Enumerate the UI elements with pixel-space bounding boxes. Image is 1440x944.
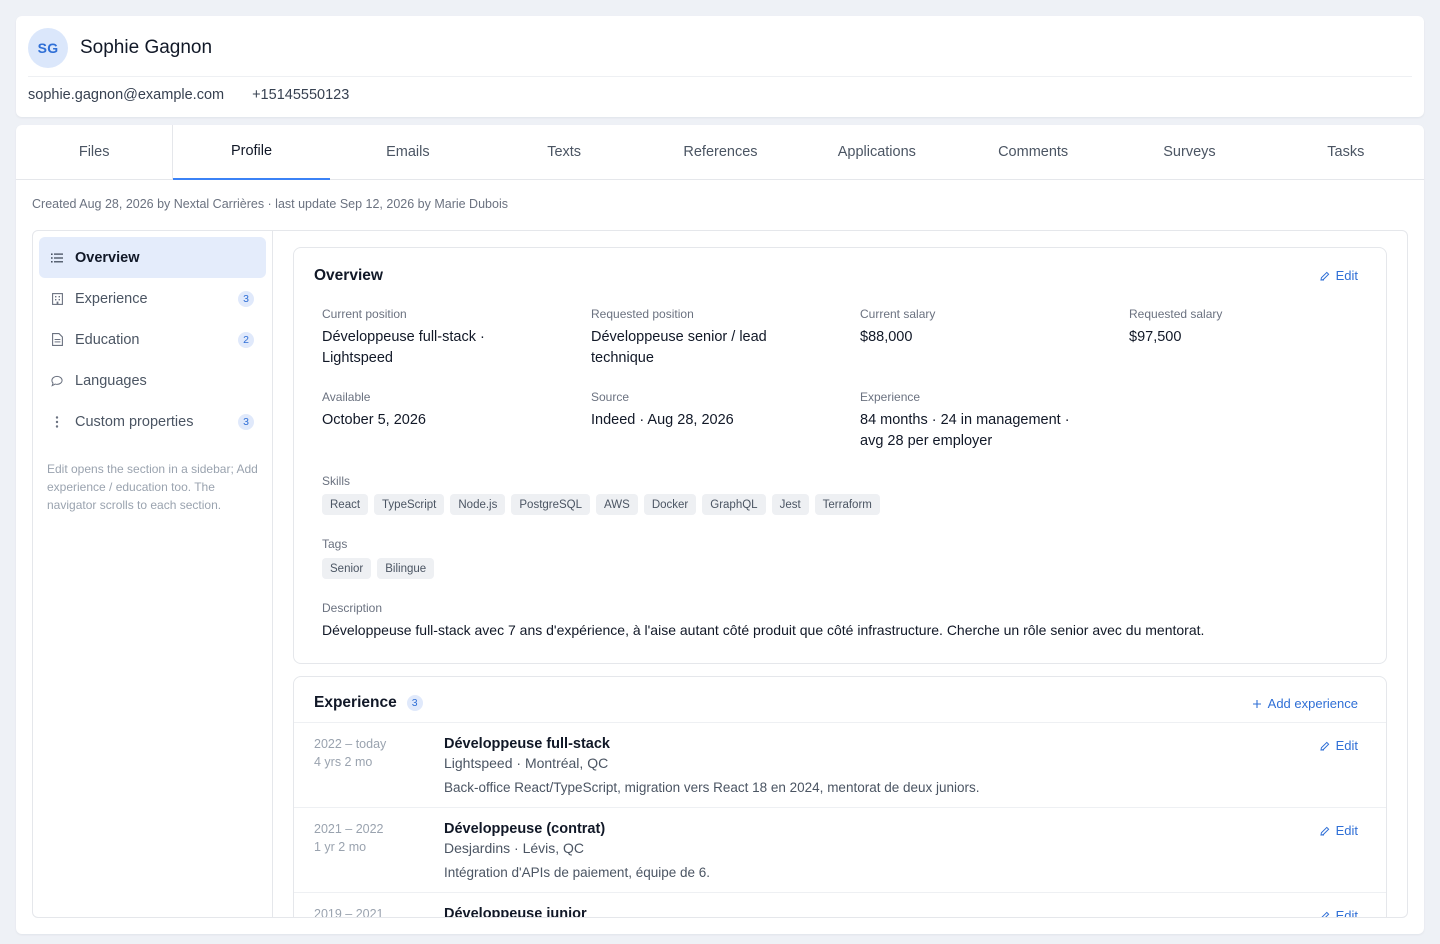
nav-item-label: Education (75, 331, 140, 348)
experience-description: Intégration d'APIs de paiement, équipe d… (444, 865, 711, 880)
description-text: Développeuse full-stack avec 7 ans d'exp… (322, 622, 1205, 638)
experience-header: Experience 3 Add experience (294, 677, 1386, 723)
experience-role: Développeuse full-stack (444, 736, 610, 752)
tab-bar: Files Profile Emails Texts References Ap… (16, 125, 1424, 180)
nav-item-label: Experience (75, 290, 148, 307)
nav-item-label: Custom properties (75, 413, 194, 430)
tab-tasks[interactable]: Tasks (1268, 125, 1424, 179)
tab-profile[interactable]: Profile (172, 125, 330, 180)
field-requested-salary: Requested salary $97,500 (1129, 307, 1223, 345)
experience-section: Experience 3 Add experience 2022 – today… (293, 676, 1387, 917)
experience-company: Lightspeed · Montréal, QC (444, 755, 609, 771)
tab-applications[interactable]: Applications (799, 125, 955, 179)
tab-texts[interactable]: Texts (486, 125, 642, 179)
pencil-icon (1319, 741, 1329, 751)
candidate-name: Sophie Gagnon (80, 37, 213, 58)
profile-content: Overview Experience 3 Education 2 Langua… (32, 230, 1408, 918)
experience-company: Desjardins · Lévis, QC (444, 840, 585, 856)
skill-chip: TypeScript (374, 494, 445, 515)
nav-item-experience[interactable]: Experience 3 (39, 278, 266, 319)
experience-item: 2019 – 2021 Développeuse junior Edit (294, 893, 1386, 917)
pencil-icon (1319, 271, 1329, 281)
skill-chip: AWS (596, 494, 638, 515)
field-experience: Experience 84 months · 24 in management … (860, 390, 1070, 449)
tab-surveys[interactable]: Surveys (1111, 125, 1267, 179)
candidate-header: SG Sophie Gagnon sophie.gagnon@example.c… (16, 16, 1424, 117)
field-available: Available October 5, 2026 (322, 390, 426, 428)
avatar: SG (28, 28, 68, 68)
header-divider (28, 76, 1412, 77)
nav-item-overview[interactable]: Overview (39, 237, 266, 278)
skill-chip: React (322, 494, 369, 515)
field-current-position: Current position Développeuse full-stack… (322, 307, 485, 366)
tag-chip: Bilingue (377, 558, 435, 579)
candidate-phone[interactable]: +15145550123 (252, 87, 349, 103)
building-icon (51, 292, 63, 306)
count-badge: 3 (406, 695, 423, 711)
candidate-identity: SG Sophie Gagnon (28, 28, 212, 68)
field-requested-position: Requested position Développeuse senior /… (591, 307, 767, 366)
count-badge: 2 (238, 331, 254, 348)
contact-info: sophie.gagnon@example.com +15145550123 (28, 87, 349, 103)
nav-item-languages[interactable]: Languages (39, 360, 266, 401)
experience-role: Développeuse (contrat) (444, 821, 606, 837)
skills-list: React TypeScript Node.js PostgreSQL AWS … (322, 494, 880, 515)
overview-section: Overview Edit Current position Développe… (293, 247, 1387, 664)
field-source: Source Indeed · Aug 28, 2026 (591, 390, 734, 428)
tags-label: Tags (322, 537, 348, 551)
record-meta: Created Aug 28, 2026 by Nextal Carrières… (32, 197, 508, 211)
profile-card: Files Profile Emails Texts References Ap… (16, 125, 1424, 934)
count-badge: 3 (238, 290, 254, 307)
skill-chip: Jest (771, 494, 809, 515)
tags-list: Senior Bilingue (322, 558, 435, 579)
document-icon (51, 333, 63, 347)
more-vertical-icon (51, 415, 63, 429)
tab-files[interactable]: Files (16, 125, 172, 179)
section-title: Experience 3 (314, 694, 423, 712)
list-icon (51, 251, 63, 265)
skill-chip: Docker (643, 494, 697, 515)
section-navigator: Overview Experience 3 Education 2 Langua… (33, 231, 273, 917)
candidate-email[interactable]: sophie.gagnon@example.com (28, 87, 224, 103)
experience-dates: 2022 – today 4 yrs 2 mo (314, 737, 387, 769)
tab-references[interactable]: References (642, 125, 798, 179)
nav-item-label: Languages (75, 372, 147, 389)
experience-description: Back-office React/TypeScript, migration … (444, 780, 980, 795)
skill-chip: Node.js (450, 494, 506, 515)
nav-item-label: Overview (75, 249, 140, 266)
experience-dates: 2021 – 2022 1 yr 2 mo (314, 822, 384, 854)
count-badge: 3 (238, 413, 254, 430)
tab-comments[interactable]: Comments (955, 125, 1111, 179)
edit-overview-button[interactable]: Edit (1319, 268, 1358, 283)
tag-chip: Senior (322, 558, 372, 579)
nav-item-custom-properties[interactable]: Custom properties 3 (39, 401, 266, 442)
field-current-salary: Current salary $88,000 (860, 307, 936, 345)
skill-chip: PostgreSQL (511, 494, 591, 515)
experience-dates: 2019 – 2021 (314, 907, 384, 917)
pencil-icon (1320, 911, 1329, 917)
tab-emails[interactable]: Emails (330, 125, 486, 179)
nav-item-education[interactable]: Education 2 (39, 319, 266, 360)
description-label: Description (322, 601, 383, 615)
experience-item: 2021 – 2022 1 yr 2 mo Développeuse (cont… (294, 808, 1386, 893)
experience-item: 2022 – today 4 yrs 2 mo Développeuse ful… (294, 723, 1386, 808)
pencil-icon (1319, 826, 1329, 836)
edit-experience-button[interactable]: Edit (1319, 823, 1358, 838)
skills-label: Skills (322, 474, 351, 488)
add-experience-button[interactable]: Add experience (1252, 696, 1358, 711)
plus-icon (1252, 699, 1261, 708)
skill-chip: GraphQL (702, 494, 766, 515)
edit-experience-button[interactable]: Edit (1319, 738, 1358, 753)
section-content: Overview Edit Current position Développe… (273, 231, 1407, 917)
navigator-help-text: Edit opens the section in a sidebar; Add… (47, 462, 258, 512)
experience-role: Développeuse junior (444, 906, 587, 917)
edit-experience-button[interactable]: Edit (1320, 908, 1358, 917)
section-title: Overview (314, 267, 383, 284)
skill-chip: Terraform (814, 494, 880, 515)
chat-bubble-icon (51, 374, 63, 388)
